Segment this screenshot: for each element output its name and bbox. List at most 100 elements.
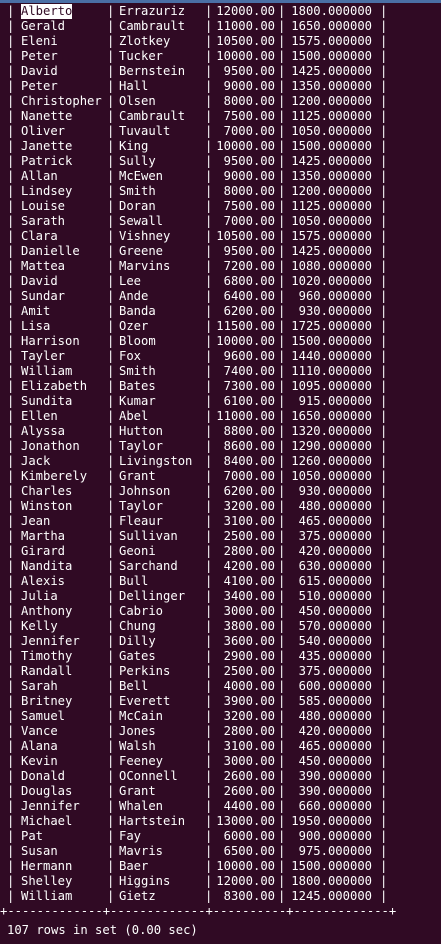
table-row: | | | | | Vance Jones 2800.00 420.000000 bbox=[0, 724, 441, 739]
column-separator: | bbox=[205, 199, 213, 213]
column-separator: | bbox=[7, 364, 15, 378]
column-separator: | bbox=[380, 304, 388, 318]
column-separator: | bbox=[7, 769, 15, 783]
table-row: | | | | | Tayler Fox 9600.00 1440.000000 bbox=[0, 349, 441, 364]
salary-cell: 8600.00 bbox=[223, 439, 275, 453]
column-separator: | bbox=[107, 79, 115, 93]
last-name-cell: Sullivan bbox=[119, 529, 178, 543]
first-name-cell: Alexis bbox=[21, 574, 66, 588]
column-separator: | bbox=[380, 829, 388, 843]
first-name-cell: Vance bbox=[21, 724, 58, 738]
last-name-cell: Fay bbox=[119, 829, 142, 843]
table-row: | | | | | Girard Geoni 2800.00 420.000000 bbox=[0, 544, 441, 559]
column-separator: | bbox=[107, 724, 115, 738]
commission-cell: 1950.000000 bbox=[291, 814, 372, 828]
column-separator: | bbox=[205, 154, 213, 168]
table-row: | | | | | Alyssa Hutton 8800.00 1320.000000 bbox=[0, 424, 441, 439]
commission-cell: 465.000000 bbox=[298, 739, 372, 753]
column-separator: | bbox=[107, 34, 115, 48]
column-separator: | bbox=[380, 784, 388, 798]
column-separator: | bbox=[205, 49, 213, 63]
last-name-cell: Geoni bbox=[119, 544, 156, 558]
column-separator: | bbox=[7, 304, 15, 318]
column-separator: | bbox=[380, 604, 388, 618]
table-row: | | | | | Alexis Bull 4100.00 615.000000 bbox=[0, 574, 441, 589]
first-name-cell: Sarath bbox=[21, 214, 66, 228]
commission-cell: 1650.000000 bbox=[291, 19, 372, 33]
column-separator: | bbox=[205, 124, 213, 138]
column-separator: | bbox=[380, 484, 388, 498]
first-name-cell: Alberto bbox=[21, 4, 73, 19]
table-row: | | | | | Peter Hall 9000.00 1350.000000 bbox=[0, 79, 441, 94]
column-separator: | bbox=[107, 649, 115, 663]
column-separator: | bbox=[107, 394, 115, 408]
commission-cell: 1290.000000 bbox=[291, 439, 372, 453]
column-separator: | bbox=[7, 289, 15, 303]
terminal-output[interactable]: | | | | | Alberto Errazuriz 12000.00 1800.000000… bbox=[0, 4, 441, 938]
first-name-cell: Peter bbox=[21, 79, 58, 93]
salary-cell: 3600.00 bbox=[223, 634, 275, 648]
column-separator: | bbox=[205, 259, 213, 273]
column-separator: | bbox=[7, 154, 15, 168]
column-separator: | bbox=[7, 259, 15, 273]
first-name-cell: Oliver bbox=[21, 124, 66, 138]
table-row: | | | | | Anthony Cabrio 3000.00 450.000000 bbox=[0, 604, 441, 619]
table-row: | | | | | Patrick Sully 9500.00 1425.000000 bbox=[0, 154, 441, 169]
column-separator: | bbox=[107, 214, 115, 228]
last-name-cell: Kumar bbox=[119, 394, 156, 408]
salary-cell: 9000.00 bbox=[223, 169, 275, 183]
salary-cell: 10000.00 bbox=[216, 334, 275, 348]
last-name-cell: Banda bbox=[119, 304, 156, 318]
table-row: | | | | | Britney Everett 3900.00 585.000000 bbox=[0, 694, 441, 709]
table-row: | | | | | Douglas Grant 2600.00 390.000000 bbox=[0, 784, 441, 799]
last-name-cell: Grant bbox=[119, 784, 156, 798]
column-separator: | bbox=[205, 364, 213, 378]
column-separator: | bbox=[7, 184, 15, 198]
column-separator: | bbox=[380, 649, 388, 663]
query-result-summary: 107 rows in set (0.00 sec) bbox=[7, 923, 198, 937]
column-separator: | bbox=[205, 4, 213, 18]
first-name-cell: Winston bbox=[21, 499, 73, 513]
last-name-cell: Dellinger bbox=[119, 589, 186, 603]
salary-cell: 9500.00 bbox=[223, 64, 275, 78]
commission-cell: 1800.000000 bbox=[291, 4, 372, 18]
first-name-cell: Susan bbox=[21, 844, 58, 858]
salary-cell: 7200.00 bbox=[223, 259, 275, 273]
column-separator: | bbox=[7, 469, 15, 483]
column-separator: | bbox=[7, 229, 15, 243]
last-name-cell: Sewall bbox=[119, 214, 164, 228]
column-separator: | bbox=[7, 739, 15, 753]
column-separator: | bbox=[380, 634, 388, 648]
salary-cell: 8400.00 bbox=[223, 454, 275, 468]
column-separator: | bbox=[7, 319, 15, 333]
commission-cell: 1500.000000 bbox=[291, 334, 372, 348]
column-separator: | bbox=[7, 379, 15, 393]
column-separator: | bbox=[205, 529, 213, 543]
first-name-cell: Nandita bbox=[21, 559, 73, 573]
table-row: | | | | | Oliver Tuvault 7000.00 1050.000000 bbox=[0, 124, 441, 139]
commission-cell: 1575.000000 bbox=[291, 229, 372, 243]
first-name-cell: David bbox=[21, 274, 58, 288]
column-separator: | bbox=[380, 739, 388, 753]
first-name-cell: Peter bbox=[21, 49, 58, 63]
salary-cell: 7400.00 bbox=[223, 364, 275, 378]
commission-cell: 1245.000000 bbox=[291, 889, 372, 903]
salary-cell: 4000.00 bbox=[223, 679, 275, 693]
column-separator: | bbox=[107, 514, 115, 528]
column-separator: | bbox=[205, 514, 213, 528]
column-separator: | bbox=[7, 499, 15, 513]
commission-cell: 570.000000 bbox=[298, 619, 372, 633]
last-name-cell: Hartstein bbox=[119, 814, 186, 828]
salary-cell: 2600.00 bbox=[223, 769, 275, 783]
salary-cell: 10500.00 bbox=[216, 34, 275, 48]
table-row: | | | | | Sarath Sewall 7000.00 1050.000000 bbox=[0, 214, 441, 229]
column-separator: | bbox=[205, 664, 213, 678]
column-separator: | bbox=[380, 349, 388, 363]
column-separator: | bbox=[205, 634, 213, 648]
table-row: | | | | | Danielle Greene 9500.00 1425.000000 bbox=[0, 244, 441, 259]
column-separator: | bbox=[380, 529, 388, 543]
column-separator: | bbox=[107, 544, 115, 558]
last-name-cell: OConnell bbox=[119, 769, 178, 783]
column-separator: | bbox=[7, 334, 15, 348]
last-name-cell: Mavris bbox=[119, 844, 164, 858]
